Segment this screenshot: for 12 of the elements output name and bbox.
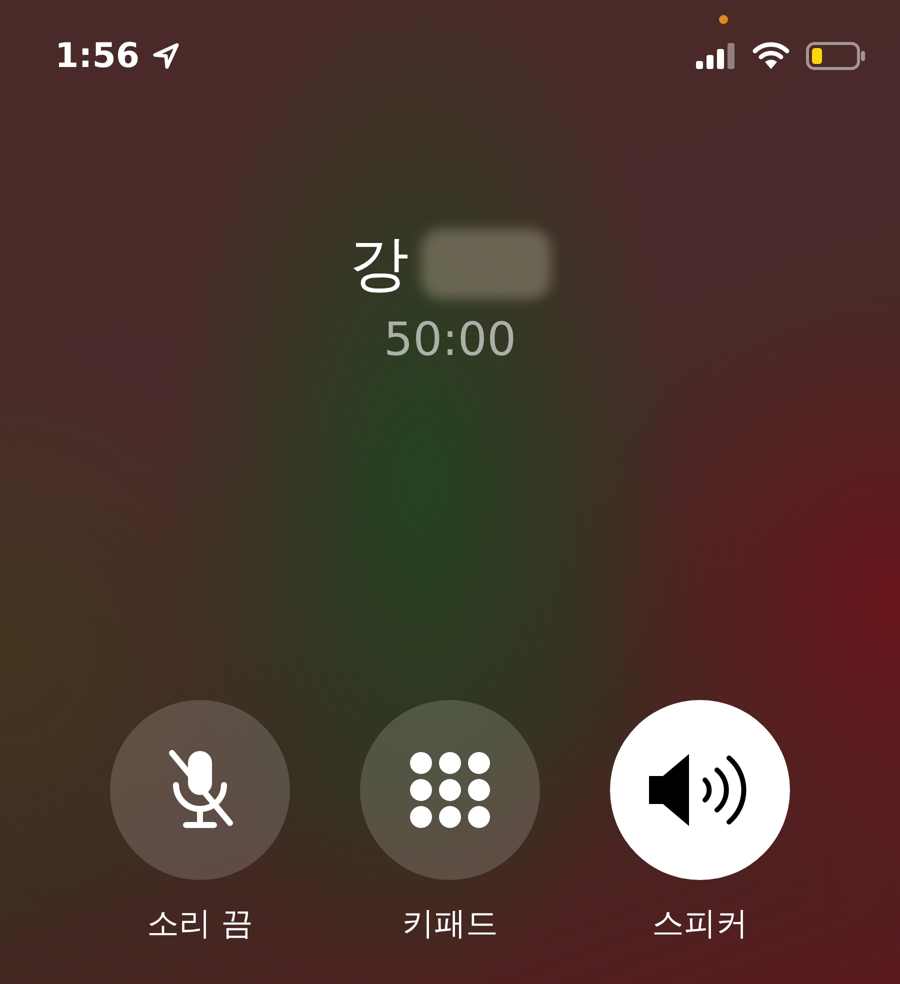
- location-arrow-icon: [152, 42, 180, 70]
- control-label: 스피커: [652, 903, 748, 944]
- caller-name: 강: [349, 228, 409, 300]
- control-label: 키패드: [402, 903, 498, 944]
- status-time: 1:56: [55, 36, 140, 76]
- call-duration: 50:00: [384, 312, 516, 366]
- keypad-icon: [410, 752, 490, 828]
- battery-icon: [806, 42, 866, 70]
- privacy-indicator-dot: [719, 15, 728, 24]
- signal-icon: [696, 43, 736, 69]
- control-label: 소리 끔: [146, 903, 254, 944]
- wifi-icon: [752, 42, 790, 70]
